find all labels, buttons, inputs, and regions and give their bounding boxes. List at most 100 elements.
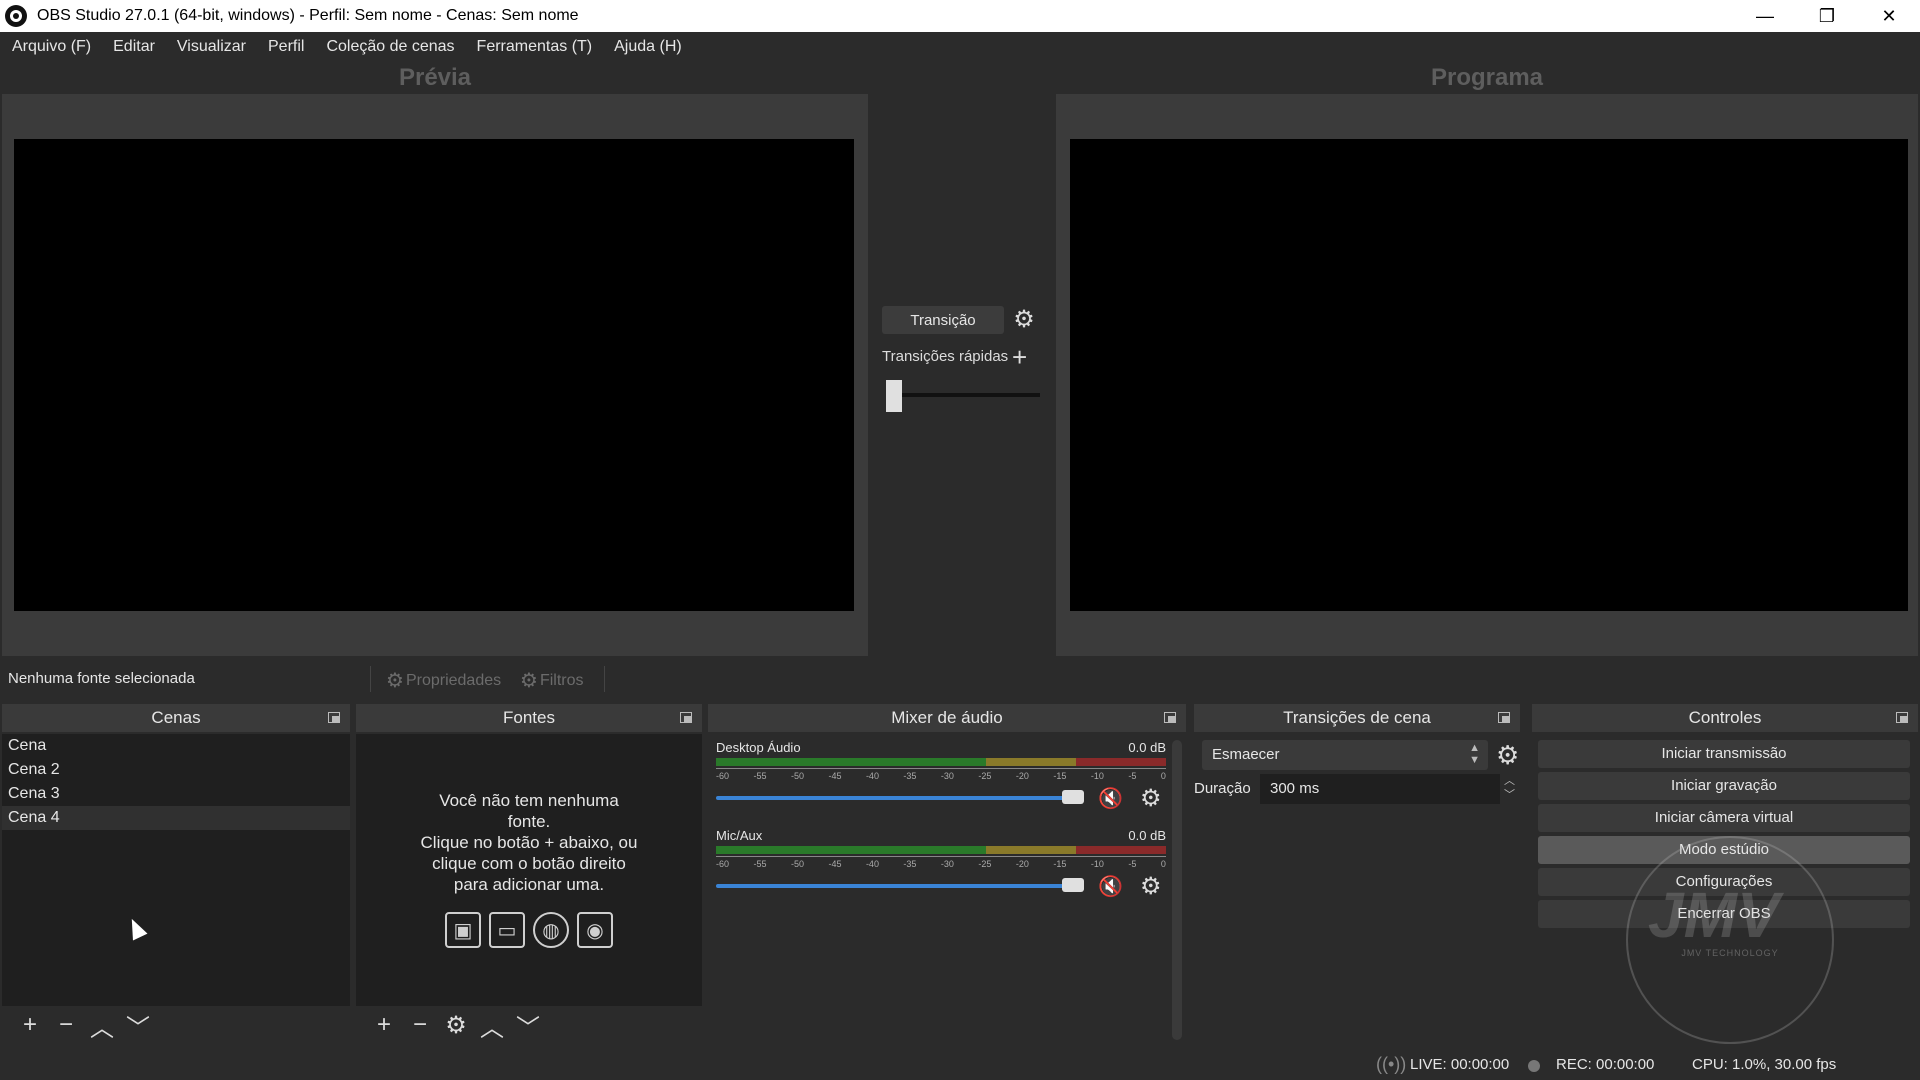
window-controls: — ❐ ✕	[1734, 0, 1920, 32]
obs-logo-icon	[5, 5, 27, 27]
duration-stepper-icon[interactable]: ︿ ﹀	[1504, 774, 1515, 802]
transition-select[interactable]: Esmaecer ▲ ▼	[1202, 740, 1488, 770]
move-down-chevron-icon[interactable]: ﹀	[120, 1008, 156, 1043]
menu-profile[interactable]: Perfil	[268, 38, 304, 56]
start-streaming-button[interactable]: Iniciar transmissão	[1538, 740, 1910, 768]
volume-meter	[716, 846, 1166, 854]
controls-dock: Controles Iniciar transmissão Iniciar gr…	[1532, 704, 1918, 1044]
scenes-title: Cenas	[151, 708, 201, 727]
move-up-chevron-icon[interactable]: ︿	[474, 1008, 510, 1043]
tick-label: 0	[1160, 771, 1166, 781]
properties-button[interactable]: ⚙ Propriedades	[386, 668, 501, 693]
volume-slider[interactable]	[716, 884, 1072, 888]
menu-view[interactable]: Visualizar	[177, 38, 246, 56]
menu-scene-collection[interactable]: Coleção de cenas	[326, 38, 454, 56]
empty-line: fonte.	[507, 812, 551, 831]
tick-label: -30	[940, 771, 954, 781]
scene-item[interactable]: Cena	[2, 734, 350, 758]
sources-dock-header: Fontes	[356, 704, 702, 732]
scene-item[interactable]: Cena 2	[2, 758, 350, 782]
volume-slider-handle[interactable]	[1062, 790, 1084, 804]
menu-edit[interactable]: Editar	[113, 38, 155, 56]
start-recording-button[interactable]: Iniciar gravação	[1538, 772, 1910, 800]
duration-input[interactable]: 300 ms	[1260, 774, 1500, 804]
add-quick-transition-plus-icon[interactable]: +	[1012, 342, 1027, 373]
filters-button[interactable]: ⚙ Filtros	[520, 668, 584, 693]
muted-speaker-icon[interactable]: 🔇	[1098, 786, 1123, 811]
mixer-scrollbar[interactable]	[1172, 740, 1182, 1040]
preview-pane[interactable]	[2, 94, 868, 656]
tick-label: -35	[903, 771, 917, 781]
transition-settings-gear-icon[interactable]: ⚙	[1010, 306, 1038, 334]
channel-settings-gear-icon[interactable]: ⚙	[1140, 872, 1162, 901]
t-bar-slider[interactable]	[890, 393, 1040, 397]
add-source-plus-icon[interactable]: +	[366, 1011, 402, 1039]
sources-dock: Fontes Você não tem nenhuma fonte. Cliqu…	[356, 704, 702, 1044]
undock-icon[interactable]	[680, 712, 692, 723]
live-status: LIVE: 00:00:00	[1410, 1056, 1510, 1073]
undock-icon[interactable]	[1498, 712, 1510, 723]
volume-slider-handle[interactable]	[1062, 878, 1084, 892]
start-virtual-camera-button[interactable]: Iniciar câmera virtual	[1538, 804, 1910, 832]
tick-label: -60	[716, 859, 730, 869]
tick-label: -40	[865, 859, 879, 869]
channel-settings-gear-icon[interactable]: ⚙	[1140, 784, 1162, 813]
scenes-list[interactable]: Cena Cena 2 Cena 3 Cena 4	[2, 734, 350, 1006]
program-label: Programa	[1430, 64, 1544, 91]
menu-help[interactable]: Ajuda (H)	[614, 38, 682, 56]
move-down-chevron-icon[interactable]: ﹀	[510, 1008, 546, 1043]
quick-transitions-label: Transições rápidas	[882, 348, 1009, 365]
duration-label: Duração	[1194, 780, 1251, 797]
undock-icon[interactable]	[328, 712, 340, 723]
transition-properties-gear-icon[interactable]: ⚙	[1496, 740, 1519, 770]
program-pane[interactable]	[1056, 94, 1918, 656]
minimize-button[interactable]: —	[1734, 0, 1796, 32]
scene-item[interactable]: Cena 3	[2, 782, 350, 806]
move-up-chevron-icon[interactable]: ︿	[84, 1008, 120, 1043]
tick-label: -55	[753, 771, 767, 781]
close-button[interactable]: ✕	[1858, 0, 1920, 32]
no-source-selected-label: Nenhuma fonte selecionada	[8, 670, 195, 687]
tick-label: -15	[1053, 771, 1067, 781]
channel-db: 0.0 dB	[1128, 740, 1166, 755]
sources-list[interactable]: Você não tem nenhuma fonte. Clique no bo…	[356, 734, 702, 1006]
program-canvas[interactable]	[1070, 139, 1908, 611]
undock-icon[interactable]	[1164, 712, 1176, 723]
rec-dot-icon	[1528, 1060, 1540, 1072]
muted-speaker-icon[interactable]: 🔇	[1098, 874, 1123, 899]
empty-line: clique com o botão direito	[432, 854, 626, 873]
source-properties-gear-icon[interactable]: ⚙	[438, 1011, 474, 1040]
tick-label: -35	[903, 859, 917, 869]
preview-label: Prévia	[398, 64, 472, 91]
remove-scene-minus-icon[interactable]: −	[48, 1011, 84, 1039]
studio-mode-button[interactable]: Modo estúdio	[1538, 836, 1910, 864]
menu-tools[interactable]: Ferramentas (T)	[477, 38, 593, 56]
title-bar: OBS Studio 27.0.1 (64-bit, windows) - Pe…	[0, 0, 1920, 32]
volume-meter	[716, 758, 1166, 766]
scenes-dock-header: Cenas	[2, 704, 350, 732]
image-icon: ▣	[445, 912, 481, 948]
meter-scale: -60 -55 -50 -45 -40 -35 -30 -25 -20 -15 …	[716, 768, 1166, 782]
add-scene-plus-icon[interactable]: +	[12, 1011, 48, 1039]
toolbar-divider	[370, 666, 371, 692]
exit-obs-button[interactable]: Encerrar OBS	[1538, 900, 1910, 928]
preview-canvas[interactable]	[14, 139, 854, 611]
tick-label: -60	[716, 771, 730, 781]
undock-icon[interactable]	[1896, 712, 1908, 723]
remove-source-minus-icon[interactable]: −	[402, 1011, 438, 1039]
transition-button[interactable]: Transição	[882, 306, 1004, 334]
empty-line: para adicionar uma.	[453, 875, 605, 894]
tick-label: -5	[1128, 771, 1137, 781]
t-bar-handle[interactable]	[886, 380, 902, 412]
scene-transitions-title: Transições de cena	[1283, 708, 1431, 727]
controls-dock-header: Controles	[1532, 704, 1918, 732]
scene-item-selected[interactable]: Cena 4	[2, 806, 350, 830]
volume-slider[interactable]	[716, 796, 1072, 800]
source-type-icons: ▣ ▭ ◍ ◉	[356, 912, 702, 948]
menu-file[interactable]: Arquivo (F)	[12, 38, 91, 56]
sources-title: Fontes	[503, 708, 555, 727]
settings-button[interactable]: Configurações	[1538, 868, 1910, 896]
maximize-button[interactable]: ❐	[1796, 0, 1858, 32]
tick-label: -25	[978, 859, 992, 869]
scene-transitions-dock: Transições de cena Esmaecer ▲ ▼ ⚙ Duração…	[1194, 704, 1520, 1044]
